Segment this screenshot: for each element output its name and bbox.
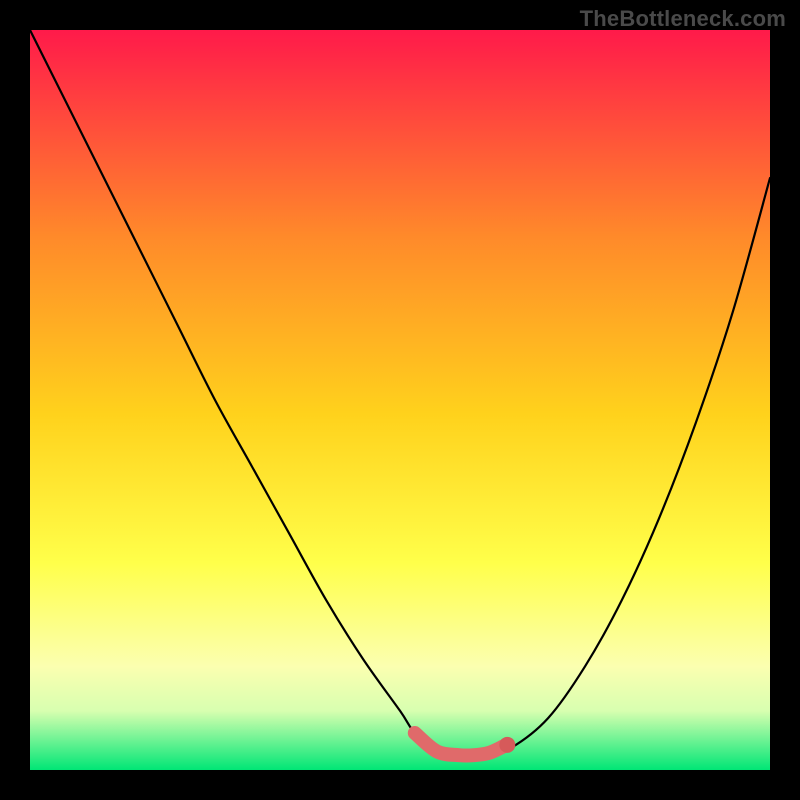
plot-area: [30, 30, 770, 770]
chart-svg: [30, 30, 770, 770]
gradient-background: [30, 30, 770, 770]
optimal-end-dot: [499, 737, 515, 753]
chart-frame: TheBottleneck.com: [0, 0, 800, 800]
watermark-text: TheBottleneck.com: [580, 6, 786, 32]
